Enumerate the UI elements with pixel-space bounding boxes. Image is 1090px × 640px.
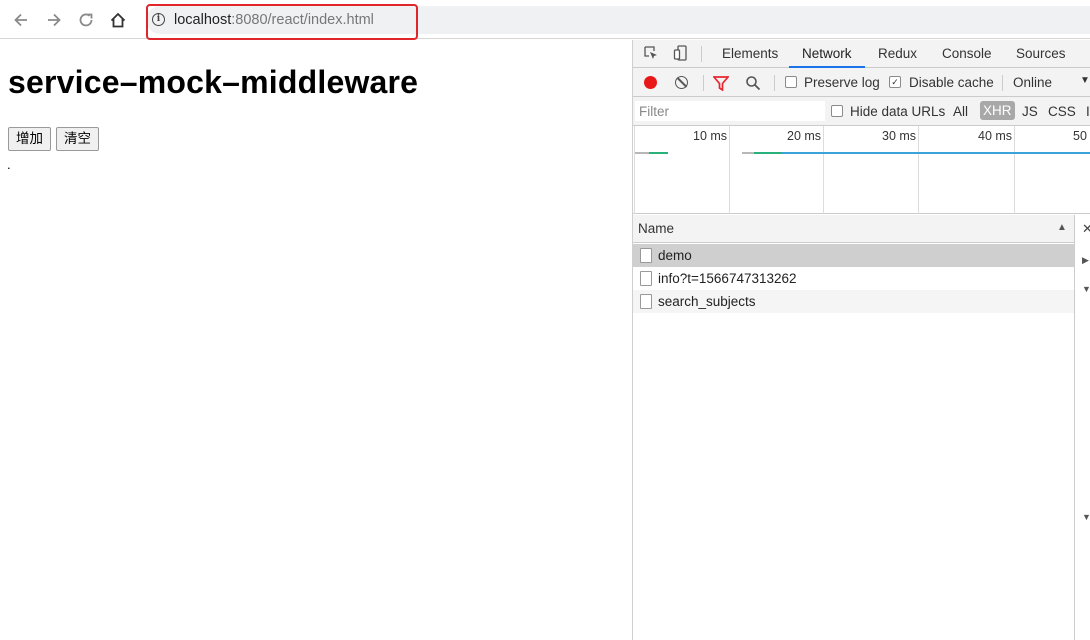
home-button[interactable] xyxy=(106,8,130,32)
url-host: localhost xyxy=(174,12,232,28)
timeline-bar-download xyxy=(649,152,668,154)
timeline-tick-label: 20 ms xyxy=(787,129,822,143)
timeline-tick-label: 50 ms xyxy=(1073,129,1090,143)
device-toolbar-icon[interactable] xyxy=(673,45,689,61)
expand-arrow-icon[interactable]: ▶ xyxy=(1082,255,1089,266)
toolbar-divider xyxy=(1002,75,1003,91)
document-icon xyxy=(640,294,652,309)
timeline-gridline xyxy=(918,126,919,214)
timeline-bar-content xyxy=(782,152,1090,154)
filter-type-js[interactable]: JS xyxy=(1022,104,1038,119)
table-row[interactable]: demo xyxy=(633,244,1074,267)
column-header-name[interactable]: Name xyxy=(638,221,674,236)
tab-console[interactable]: Console xyxy=(942,46,992,61)
timeline-tick-label: 10 ms xyxy=(693,129,728,143)
filter-input[interactable] xyxy=(635,101,825,121)
document-icon xyxy=(640,271,652,286)
timeline-gridline xyxy=(1014,126,1015,214)
forward-button[interactable] xyxy=(42,8,66,32)
filter-bar: Hide data URLs All XHR JS CSS I xyxy=(633,97,1090,126)
close-icon[interactable]: ✕ xyxy=(1082,221,1090,237)
preserve-log-label: Preserve log xyxy=(804,75,880,90)
timeline-gridline xyxy=(823,126,824,214)
arrow-left-icon xyxy=(14,13,27,27)
back-button[interactable] xyxy=(9,8,33,32)
table-row[interactable]: info?t=1566747313262 xyxy=(633,267,1074,290)
address-bar[interactable]: i localhost:8080/react/index.html xyxy=(146,6,1090,34)
sort-ascending-icon[interactable]: ▲ xyxy=(1057,222,1067,233)
request-name: info?t=1566747313262 xyxy=(658,271,797,286)
requests-table-header: Name ▲ xyxy=(633,215,1074,243)
throttling-select[interactable]: Online xyxy=(1013,75,1052,90)
timeline-gridline xyxy=(729,126,730,214)
request-details-pane xyxy=(1075,215,1090,640)
hide-data-urls-checkbox[interactable] xyxy=(831,105,843,117)
toolbar-divider xyxy=(703,75,704,91)
info-icon[interactable]: i xyxy=(152,13,165,26)
table-row[interactable]: search_subjects xyxy=(633,290,1074,313)
request-name: demo xyxy=(658,248,692,263)
timeline-bar-download xyxy=(754,152,782,154)
search-icon[interactable] xyxy=(745,75,761,91)
tab-elements[interactable]: Elements xyxy=(722,46,778,61)
output-text: . xyxy=(7,157,11,172)
inspect-element-icon[interactable] xyxy=(643,45,659,61)
network-toolbar: Preserve log ✓ Disable cache Online ▼ xyxy=(633,68,1090,97)
requests-list: demo info?t=1566747313262 search_subject… xyxy=(633,244,1074,640)
filter-type-css[interactable]: CSS xyxy=(1048,104,1076,119)
reload-icon xyxy=(79,13,93,27)
filter-type-img[interactable]: I xyxy=(1086,104,1090,119)
arrow-right-icon xyxy=(48,13,61,27)
document-icon xyxy=(640,248,652,263)
toolbar-divider xyxy=(774,75,775,91)
network-overview-timeline[interactable]: 10 ms 20 ms 30 ms 40 ms 50 ms xyxy=(633,126,1090,214)
page-title: service–mock–middleware xyxy=(8,64,419,100)
hide-data-urls-label: Hide data URLs xyxy=(850,104,946,119)
browser-toolbar: i localhost:8080/react/index.html xyxy=(0,0,1090,40)
reload-button[interactable] xyxy=(74,8,98,32)
page-content: service–mock–middleware 增加 清空 . xyxy=(0,40,632,640)
disable-cache-checkbox[interactable]: ✓ xyxy=(889,76,901,88)
record-button[interactable] xyxy=(644,76,657,89)
disable-cache-label: Disable cache xyxy=(909,75,994,90)
request-name: search_subjects xyxy=(658,294,756,309)
clear-button[interactable]: 清空 xyxy=(56,127,99,151)
add-button[interactable]: 增加 xyxy=(8,127,51,151)
preserve-log-checkbox[interactable] xyxy=(785,76,797,88)
devtools-tab-bar: Elements Network Redux Console Sources xyxy=(633,40,1090,68)
timeline-gridline xyxy=(634,126,635,214)
toolbar-divider xyxy=(701,46,702,62)
chevron-down-icon[interactable]: ▼ xyxy=(1080,75,1090,86)
timeline-tick-label: 40 ms xyxy=(978,129,1013,143)
clear-log-button[interactable] xyxy=(675,76,688,89)
filter-funnel-icon[interactable] xyxy=(713,76,729,91)
timeline-bar-waiting xyxy=(635,152,649,154)
tab-redux[interactable]: Redux xyxy=(878,46,917,61)
filter-type-xhr[interactable]: XHR xyxy=(980,101,1015,120)
tab-sources[interactable]: Sources xyxy=(1016,46,1066,61)
url-text[interactable]: localhost:8080/react/index.html xyxy=(174,12,374,28)
collapse-arrow-icon[interactable]: ▼ xyxy=(1082,284,1090,294)
devtools-panel: Elements Network Redux Console Sources P… xyxy=(632,40,1090,640)
timeline-bar-waiting xyxy=(742,152,754,154)
home-icon xyxy=(110,12,126,28)
timeline-tick-label: 30 ms xyxy=(882,129,917,143)
collapse-arrow-icon[interactable]: ▼ xyxy=(1082,512,1090,522)
filter-type-all[interactable]: All xyxy=(953,104,968,119)
url-path: :8080/react/index.html xyxy=(231,12,374,28)
tab-network[interactable]: Network xyxy=(802,46,852,61)
